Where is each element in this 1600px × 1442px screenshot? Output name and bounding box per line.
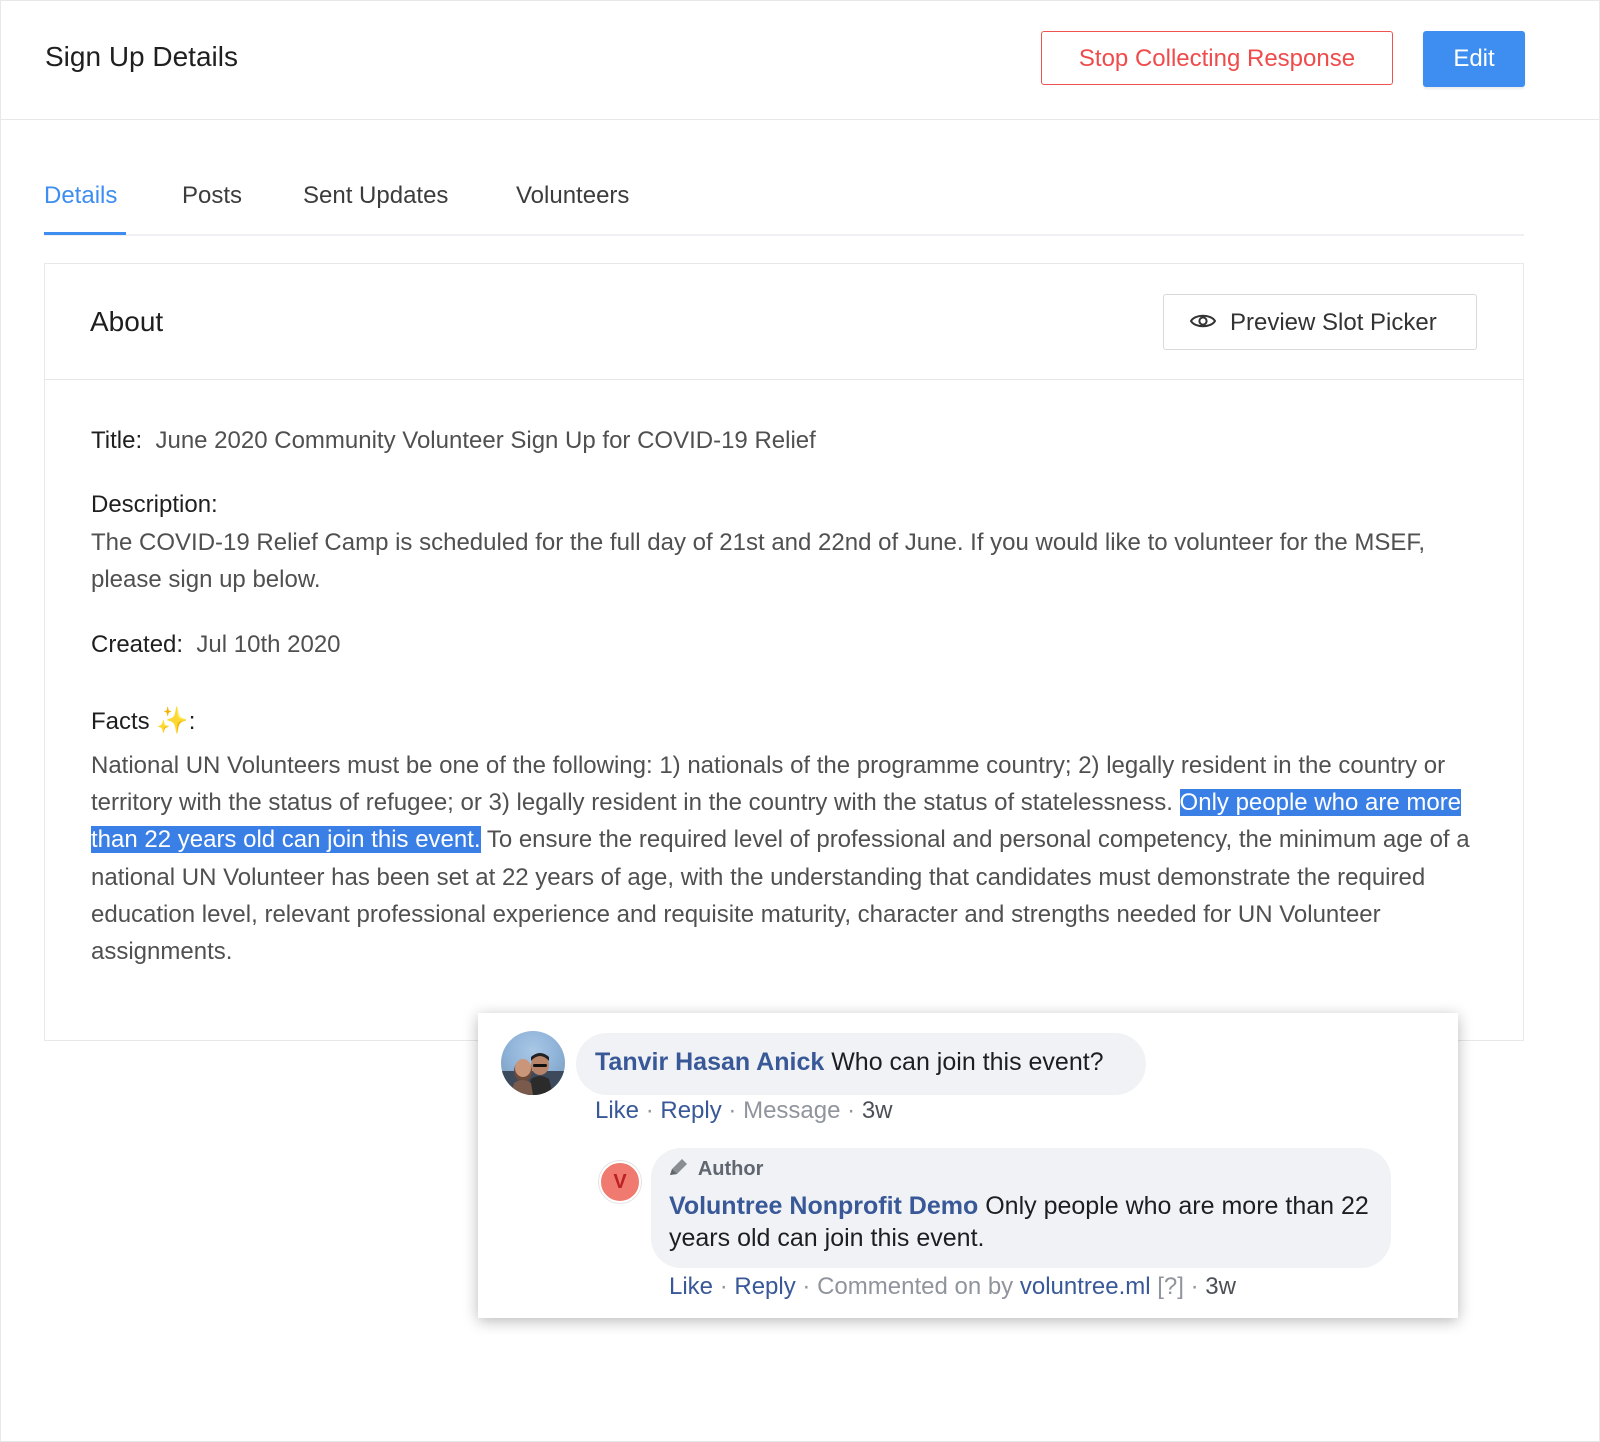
- comment-text: Who can join this event?: [831, 1048, 1104, 1076]
- facts-label: Facts: [91, 708, 150, 735]
- facebook-comment-popup: Tanvir Hasan Anick Who can join this eve…: [478, 1013, 1458, 1318]
- reply-avatar[interactable]: V: [599, 1161, 641, 1203]
- description-label: Description: [91, 491, 212, 518]
- tab-details[interactable]: Details: [44, 182, 117, 210]
- comment-message-link[interactable]: Message: [743, 1097, 840, 1124]
- created-row: Created: Jul 10th 2020: [91, 631, 341, 658]
- eye-icon: [1189, 312, 1217, 335]
- author-badge: Author: [667, 1158, 763, 1181]
- comment-like-link[interactable]: Like: [595, 1097, 639, 1124]
- active-tab-indicator: [44, 232, 126, 235]
- help-link[interactable]: [?]: [1157, 1273, 1184, 1300]
- reply-actions: Like · Reply · Commented on by voluntree…: [669, 1273, 1236, 1300]
- reply-author[interactable]: Voluntree Nonprofit Demo: [669, 1192, 978, 1220]
- about-heading: About: [90, 306, 164, 337]
- tab-sent-updates[interactable]: Sent Updates: [303, 182, 448, 210]
- description-label-row: Description:: [91, 491, 218, 518]
- title-value: June 2020 Community Volunteer Sign Up fo…: [155, 427, 816, 454]
- preview-slot-picker-button[interactable]: Preview Slot Picker: [1163, 294, 1477, 350]
- edit-button[interactable]: Edit: [1423, 31, 1525, 87]
- tab-volunteers[interactable]: Volunteers: [516, 182, 629, 210]
- about-card-header: About Preview Slot Picker: [45, 264, 1523, 380]
- about-card: About Preview Slot Picker Title: June 20…: [44, 263, 1524, 1041]
- title-label: Title: [91, 427, 136, 454]
- page-header: Sign Up Details Stop Collecting Response…: [1, 1, 1599, 120]
- page-title: Sign Up Details: [45, 41, 238, 72]
- reply-time[interactable]: 3w: [1205, 1273, 1236, 1300]
- comment-author[interactable]: Tanvir Hasan Anick: [595, 1048, 824, 1076]
- title-row: Title: June 2020 Community Volunteer Sig…: [91, 427, 816, 454]
- comment-time[interactable]: 3w: [862, 1097, 893, 1124]
- facts-text: National UN Volunteers must be one of th…: [91, 747, 1491, 970]
- facts-label-row: Facts ✨:: [91, 705, 196, 735]
- comment-bubble: Tanvir Hasan Anick Who can join this eve…: [576, 1033, 1146, 1095]
- sparkles-icon: ✨: [156, 705, 189, 735]
- author-badge-label: Author: [697, 1158, 764, 1180]
- pencil-icon: [667, 1158, 698, 1180]
- preview-slot-picker-label: Preview Slot Picker: [1230, 309, 1437, 336]
- tab-bar: Details Posts Sent Updates Volunteers: [44, 176, 1524, 236]
- reply-reply-link[interactable]: Reply: [734, 1273, 795, 1300]
- avatar[interactable]: [501, 1031, 565, 1095]
- description-value: The COVID-19 Relief Camp is scheduled fo…: [91, 529, 1426, 594]
- reply-bubble: Author Voluntree Nonprofit Demo Only peo…: [651, 1148, 1391, 1268]
- reply-like-link[interactable]: Like: [669, 1273, 713, 1300]
- commented-on-label: Commented on by: [817, 1273, 1014, 1300]
- stop-collecting-button[interactable]: Stop Collecting Response: [1041, 31, 1393, 85]
- created-label: Created: [91, 631, 177, 658]
- comment-actions: Like · Reply · Message · 3w: [595, 1097, 893, 1124]
- comment-reply-link[interactable]: Reply: [660, 1097, 721, 1124]
- created-value: Jul 10th 2020: [196, 631, 341, 658]
- site-link[interactable]: voluntree.ml: [1020, 1273, 1151, 1300]
- tab-posts[interactable]: Posts: [182, 182, 242, 210]
